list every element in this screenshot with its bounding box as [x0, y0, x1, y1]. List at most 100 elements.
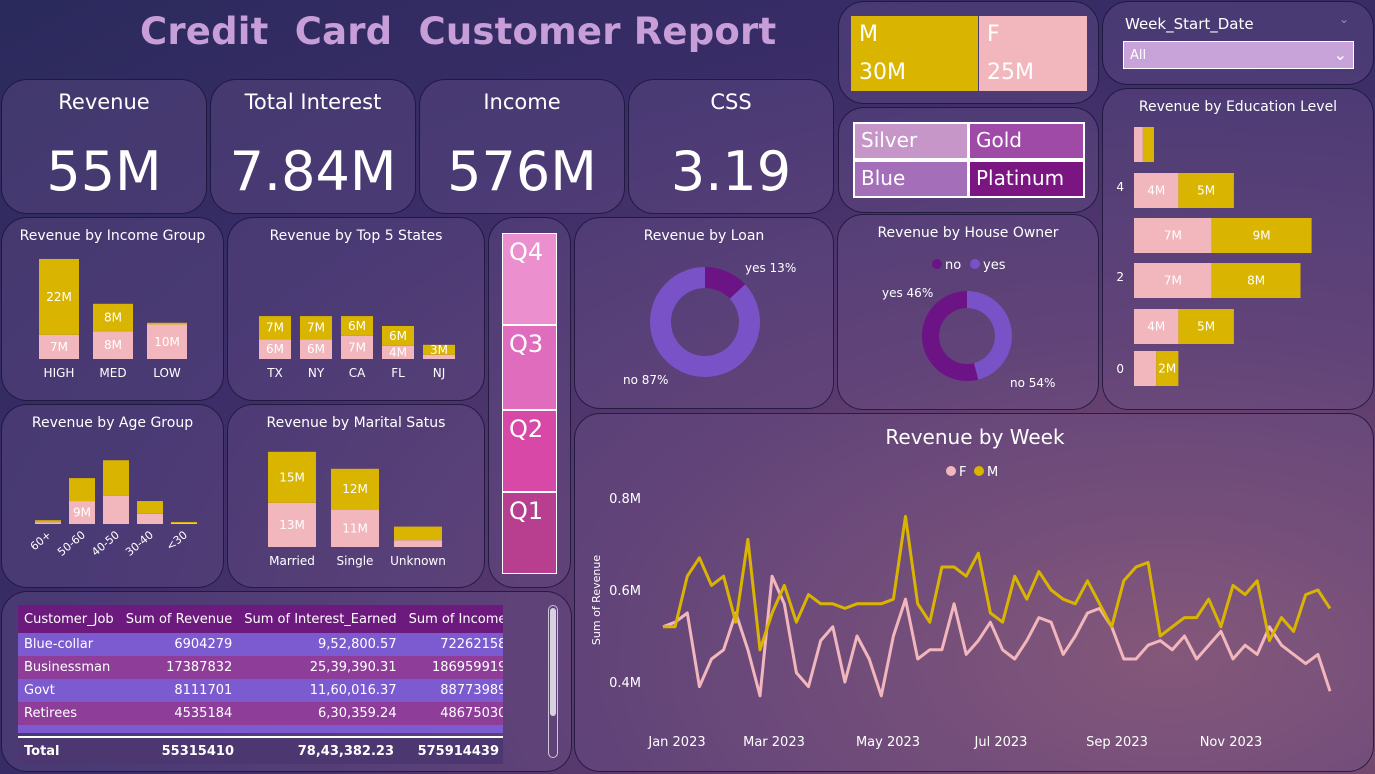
data-label: 6M [348, 319, 366, 333]
data-label: 13M [279, 518, 305, 532]
legend-marker [932, 259, 942, 269]
data-label: 5M [1197, 184, 1215, 198]
column-header[interactable]: Sum of Revenue [120, 605, 239, 633]
data-label: 4M [1147, 184, 1165, 198]
data-label: 11M [342, 521, 368, 535]
x-tick-label: Single [337, 554, 374, 568]
week-dropdown[interactable]: All ⌄ [1123, 41, 1354, 69]
table-row[interactable]: Businessman 17387832 25,39,390.31 186959… [18, 656, 503, 679]
weekly-revenue-chart-panel: Revenue by Week F M 0.8M 0.6M 0.4M Sum of Reve… [574, 413, 1374, 772]
house-owner-chart-panel: Revenue by House Owner yes 46% no 54% no ye… [837, 214, 1099, 410]
data-label: 2M [1158, 362, 1176, 376]
quarter-q1[interactable]: Q1 [502, 492, 557, 574]
total-income: 575914439 [417, 743, 499, 759]
x-tick-label: 40-50 [89, 528, 122, 559]
legend-label: yes [983, 258, 1006, 273]
data-label: 7M [307, 321, 325, 335]
tile-value: 30M [859, 60, 906, 85]
series-line-m [663, 514, 1332, 652]
income-group-chart-panel: Revenue by Income Group 7M 22M HIGH 8M 8M MED… [1, 217, 224, 401]
column-header[interactable]: Customer_Job [18, 605, 120, 633]
total-revenue: 55315410 [161, 743, 234, 759]
y-tick-label: 0 [1116, 362, 1124, 376]
table-cell: 17387832 [166, 660, 233, 675]
table-row[interactable]: Govt 8111701 11,60,016.37 88773989 [18, 679, 503, 702]
age-group-chart: 60+ 9M 50-60 40-50 30-40 <30 [28, 460, 197, 559]
loan-chart-panel: Revenue by Loan yes 13% no 87% [574, 217, 834, 409]
table-cell: Blue-collar [24, 637, 94, 652]
table-cell: Retirees [24, 706, 77, 721]
data-label: 15M [279, 470, 305, 484]
column-header[interactable]: Sum of Income [403, 605, 503, 633]
data-label: 8M [1247, 274, 1265, 288]
slicer-label: Week_Start_Date [1125, 15, 1254, 33]
data-label: 7M [348, 340, 366, 354]
column-header[interactable]: Sum of Interest_Earned [238, 605, 402, 633]
card-type-platinum[interactable]: Platinum [968, 160, 1085, 198]
y-tick-label: 0.8M [609, 492, 641, 507]
table-cell: 6904279 [174, 637, 233, 652]
quarter-q4[interactable]: Q4 [502, 233, 557, 325]
x-tick-label: 60+ [28, 528, 54, 553]
bar-m [1142, 127, 1154, 162]
week-slicer-panel: Week_Start_Date ⌄ All ⌄ [1102, 1, 1374, 85]
kpi-value: 3.19 [670, 140, 792, 203]
tile-label: M [859, 22, 878, 47]
tile-label: F [987, 22, 1000, 47]
data-label: 6M [389, 329, 407, 343]
kpi-css-card[interactable]: CSS 3.19 [628, 79, 834, 214]
x-tick-label: 50-60 [55, 528, 88, 559]
data-label: 12M [342, 482, 368, 496]
kpi-label: CSS [710, 90, 752, 114]
marital-chart-panel: Revenue by Marital Satus 13M 15M Married 11… [227, 404, 485, 588]
gender-tile-f[interactable]: F 25M [979, 16, 1087, 91]
chart-title: Revenue by Week [885, 425, 1065, 449]
x-tick-label: MED [99, 366, 126, 380]
kpi-revenue-card[interactable]: Revenue 55M [1, 79, 207, 214]
bar-f [394, 540, 442, 547]
total-interest: 78,43,382.23 [297, 743, 394, 759]
quarter-q2[interactable]: Q2 [502, 410, 557, 492]
education-chart: 4M 5M 7M 9M 7M 8M 4M 5M 2M 4 2 0 [1116, 127, 1312, 386]
table-cell: 8111701 [174, 683, 233, 698]
kpi-income-card[interactable]: Income 576M [419, 79, 625, 214]
data-label: 5M [1197, 320, 1215, 334]
x-tick-label: Mar 2023 [743, 735, 805, 750]
y-tick-label: 2 [1116, 270, 1124, 284]
data-label: 8M [104, 311, 122, 325]
data-label: 22M [46, 290, 72, 304]
bar-m [137, 501, 163, 514]
table-scrollbar[interactable] [548, 605, 558, 758]
table-cell: 186959919 [431, 660, 503, 675]
x-tick-label: Sep 2023 [1086, 735, 1148, 750]
y-tick-label: 0.4M [609, 676, 641, 691]
card-type-silver[interactable]: Silver [853, 122, 969, 160]
kpi-interest-card[interactable]: Total Interest 7.84M [210, 79, 416, 214]
x-tick-label: Jan 2023 [647, 735, 705, 750]
slice-label: no 87% [623, 373, 668, 387]
table-row[interactable]: Blue-collar 6904279 9,52,800.57 72262158 [18, 633, 503, 656]
kpi-label: Total Interest [244, 90, 382, 114]
quarter-q3[interactable]: Q3 [502, 325, 557, 410]
customer-job-table: Customer_Job Sum of Revenue Sum of Inter… [18, 605, 503, 733]
data-label: 7M [1164, 274, 1182, 288]
x-tick-label: LOW [153, 366, 181, 380]
gender-tile-m[interactable]: M 30M [851, 16, 978, 91]
legend-label: F [959, 465, 966, 480]
table-cell: 25,39,390.31 [309, 660, 397, 675]
data-label: 4M [1147, 320, 1165, 334]
data-label: 6M [307, 342, 325, 356]
states-chart: 6M 7M TX 6M 7M NY 7M 6M CA 4M 6M FL 3M NJ [259, 316, 455, 380]
card-type-gold[interactable]: Gold [968, 122, 1085, 160]
y-tick-label: 0.6M [609, 584, 641, 599]
dropdown-value: All [1130, 48, 1147, 63]
total-label: Total [24, 743, 60, 759]
x-tick-label: HIGH [44, 366, 75, 380]
data-label: 7M [50, 340, 68, 354]
card-type-blue[interactable]: Blue [853, 160, 969, 198]
chevron-down-icon[interactable]: ⌄ [1339, 12, 1349, 26]
legend-marker [970, 259, 980, 269]
x-tick-label: 30-40 [123, 528, 156, 559]
scrollbar-thumb[interactable] [550, 608, 556, 716]
table-row[interactable]: Retirees 4535184 6,30,359.24 48675030 [18, 702, 503, 725]
